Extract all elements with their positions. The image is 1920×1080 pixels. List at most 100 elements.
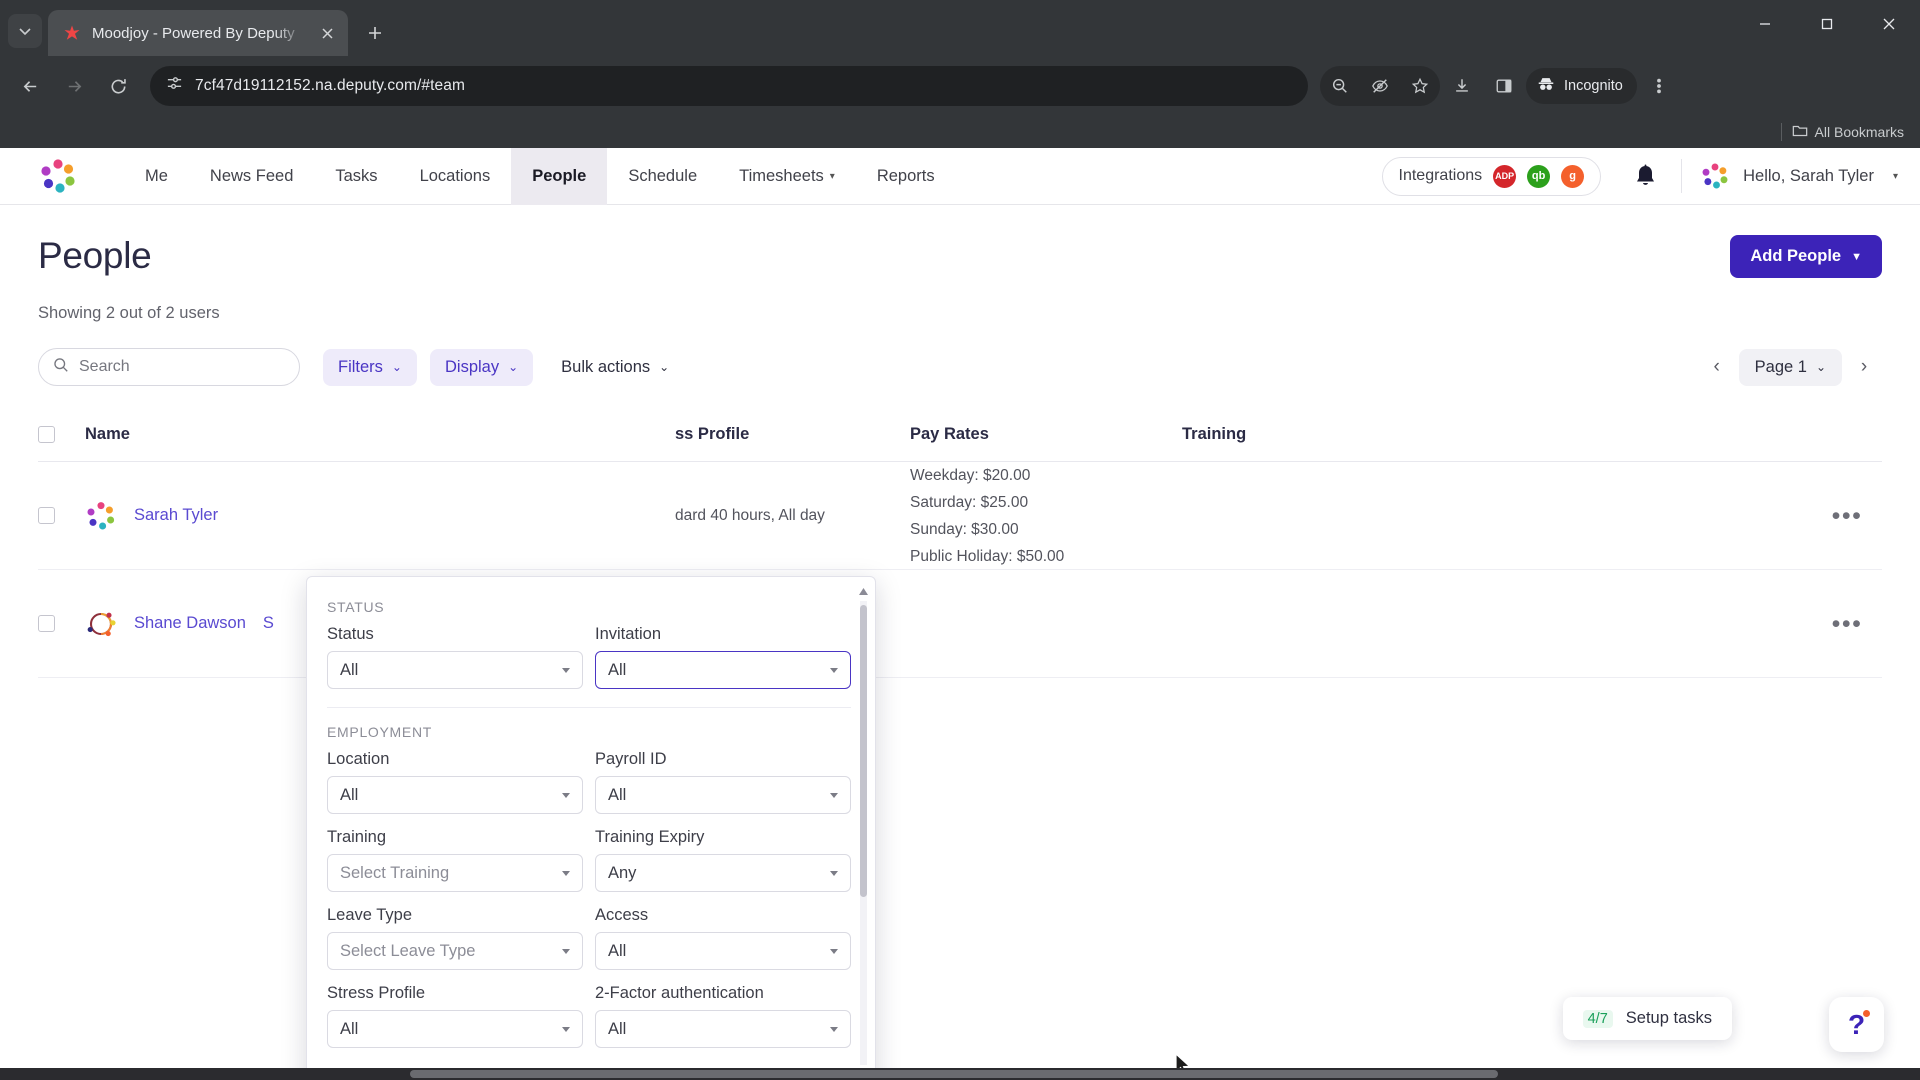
reload-icon[interactable]: [98, 66, 138, 106]
column-header-training[interactable]: Training: [1182, 425, 1812, 444]
horizontal-scrollbar[interactable]: [0, 1068, 1920, 1080]
select-all-cell: [38, 426, 85, 443]
next-page-button[interactable]: ›: [1846, 349, 1882, 385]
site-settings-icon[interactable]: [166, 75, 183, 97]
training-select[interactable]: Select Training: [327, 854, 583, 892]
filters-label: Filters: [338, 357, 383, 376]
chevron-down-icon: ⌄: [391, 360, 402, 374]
page-selector[interactable]: Page 1 ⌄: [1738, 348, 1842, 386]
forward-arrow-icon[interactable]: [54, 66, 94, 106]
nav-item-reports[interactable]: Reports: [856, 148, 956, 205]
adp-badge[interactable]: ADP: [1493, 164, 1517, 188]
pay-rate-line: Saturday: $25.00: [910, 493, 1029, 511]
row-more-icon[interactable]: •••: [1832, 611, 1863, 636]
leave-type-select[interactable]: Select Leave Type: [327, 932, 583, 970]
help-button[interactable]: ?: [1829, 997, 1884, 1052]
deputy-star-icon: [62, 23, 82, 43]
incognito-profile-button[interactable]: Incognito: [1526, 68, 1637, 104]
deputy-logo-icon[interactable]: [38, 156, 78, 196]
all-bookmarks-button[interactable]: All Bookmarks: [1792, 123, 1904, 142]
side-panel-icon[interactable]: [1484, 66, 1524, 106]
bulk-actions-button[interactable]: Bulk actions ⌄: [546, 349, 684, 386]
three-dot-menu-icon[interactable]: [1639, 66, 1679, 106]
column-header-access-profile[interactable]: ss Profile: [675, 425, 910, 444]
nav-item-timesheets[interactable]: Timesheets ▾: [718, 148, 856, 205]
status-select-value: All: [340, 660, 359, 679]
filter-field-training-expiry: Training Expiry Any: [595, 828, 851, 892]
nav-item-news-feed[interactable]: News Feed: [189, 148, 314, 205]
chevron-down-icon: [830, 1026, 838, 1032]
search-input[interactable]: [79, 358, 286, 376]
chevron-down-icon: [562, 667, 570, 673]
invitation-select[interactable]: All: [595, 651, 851, 689]
close-icon[interactable]: [316, 22, 338, 44]
nav-item-locations[interactable]: Locations: [399, 148, 512, 205]
two-factor-select[interactable]: All: [595, 1010, 851, 1048]
column-header-name[interactable]: Name: [85, 425, 675, 444]
chevron-down-icon: [562, 792, 570, 798]
filters-button[interactable]: Filters ⌄: [323, 348, 417, 386]
person-name-link[interactable]: Sarah Tyler: [134, 506, 218, 525]
user-menu[interactable]: Hello, Sarah Tyler ▾: [1700, 161, 1898, 191]
back-arrow-icon[interactable]: [10, 66, 50, 106]
eye-off-icon[interactable]: [1360, 66, 1400, 106]
close-window-icon[interactable]: [1858, 0, 1920, 48]
nav-item-tasks[interactable]: Tasks: [314, 148, 398, 205]
nav-item-people[interactable]: People: [511, 148, 608, 205]
add-people-button[interactable]: Add People ▼: [1730, 235, 1882, 278]
status-select[interactable]: All: [327, 651, 583, 689]
search-box[interactable]: [38, 348, 300, 386]
location-select-value: All: [340, 785, 359, 804]
integrations-button[interactable]: Integrations ADP qb g: [1381, 156, 1602, 196]
address-bar[interactable]: 7cf47d19112152.na.deputy.com/#team: [150, 66, 1308, 106]
select-all-checkbox[interactable]: [38, 426, 55, 443]
maximize-icon[interactable]: [1796, 0, 1858, 48]
payroll-id-select[interactable]: All: [595, 776, 851, 814]
new-tab-icon[interactable]: [358, 16, 392, 50]
column-header-pay-rates[interactable]: Pay Rates: [910, 425, 1182, 444]
chevron-down-icon: [830, 792, 838, 798]
nav-right-cluster: Integrations ADP qb g Hello, Sarah Tyler…: [1381, 154, 1898, 198]
quickbooks-badge[interactable]: qb: [1527, 164, 1551, 188]
filter-field-location: Location All: [327, 750, 583, 814]
chevron-down-icon: [830, 870, 838, 876]
row-checkbox[interactable]: [38, 507, 55, 524]
row-more-icon[interactable]: •••: [1832, 503, 1863, 528]
download-icon[interactable]: [1442, 66, 1482, 106]
zoom-out-icon[interactable]: [1320, 66, 1360, 106]
browser-tab[interactable]: Moodjoy - Powered By Deputy: [48, 10, 348, 56]
add-people-label: Add People: [1750, 247, 1842, 265]
table-row[interactable]: Sarah Tyler dard 40 hours, All day Weekd…: [38, 462, 1882, 570]
filters-scrollbar[interactable]: [857, 585, 870, 1080]
location-select[interactable]: All: [327, 776, 583, 814]
previous-page-button[interactable]: ‹: [1699, 349, 1735, 385]
filter-field-two-factor: 2-Factor authentication All: [595, 984, 851, 1048]
row-checkbox[interactable]: [38, 615, 55, 632]
chevron-down-icon: ⌄: [508, 360, 519, 374]
bulk-actions-label: Bulk actions: [561, 357, 651, 376]
table-header-row: Name ss Profile Pay Rates Training: [38, 408, 1882, 462]
filters-popover: STATUS Status All Invitation All EMPLOYM…: [306, 576, 876, 1080]
toolbar-right-icons: Incognito: [1320, 66, 1679, 106]
nav-item-me[interactable]: Me: [124, 148, 189, 205]
access-select[interactable]: All: [595, 932, 851, 970]
gusto-badge[interactable]: g: [1561, 164, 1585, 188]
deputy-app: Me News Feed Tasks Locations People Sche…: [0, 148, 1920, 1080]
bell-icon[interactable]: [1623, 154, 1667, 198]
scrollbar-thumb[interactable]: [860, 605, 867, 897]
person-name-link[interactable]: Shane Dawson: [134, 614, 246, 633]
filter-label: Location: [327, 750, 390, 768]
display-button[interactable]: Display ⌄: [429, 348, 534, 386]
filter-field-invitation: Invitation All: [595, 625, 851, 689]
minimize-icon[interactable]: [1734, 0, 1796, 48]
stress-profile-select[interactable]: All: [327, 1010, 583, 1048]
star-icon[interactable]: [1400, 66, 1440, 106]
horizontal-scrollbar-thumb[interactable]: [410, 1070, 1498, 1078]
filters-scroll-area: STATUS Status All Invitation All EMPLOYM…: [307, 577, 875, 1080]
tab-search-icon[interactable]: [8, 14, 42, 48]
training-expiry-select[interactable]: Any: [595, 854, 851, 892]
nav-item-schedule[interactable]: Schedule: [607, 148, 718, 205]
pay-rate-line: Sunday: $30.00: [910, 520, 1019, 538]
setup-tasks-widget[interactable]: 4/7 Setup tasks: [1562, 997, 1732, 1040]
scroll-up-icon[interactable]: [857, 585, 870, 598]
